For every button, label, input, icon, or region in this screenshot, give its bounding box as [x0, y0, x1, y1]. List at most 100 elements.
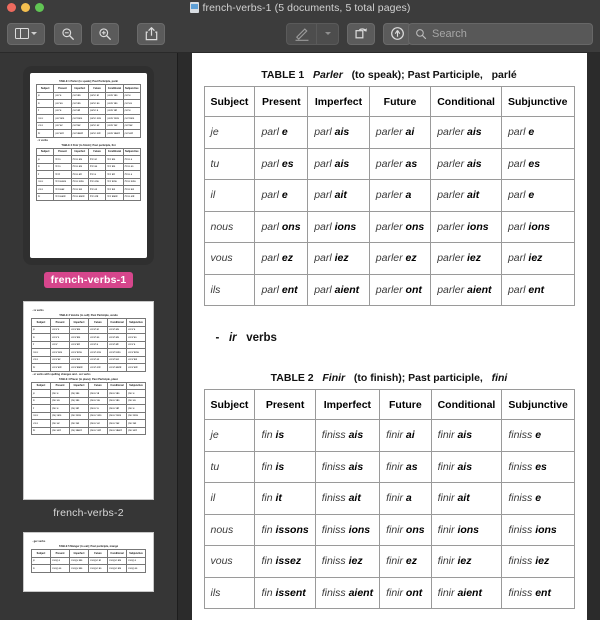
section-heading-ir: - ir verbs — [216, 332, 575, 344]
cell-conditional: finir iez — [430, 545, 503, 578]
zoom-out-button[interactable] — [54, 22, 82, 45]
share-button[interactable] — [137, 22, 165, 45]
thumb-cell: placer ions — [107, 411, 127, 420]
thumb-cell: finir as — [87, 162, 107, 171]
markup-toolbar-combo — [286, 22, 339, 45]
cell-imperfect: parl iez — [307, 242, 370, 275]
thumb-header-cell: Imperfect — [70, 147, 89, 156]
cell-subject: nous — [203, 513, 256, 546]
thumb-cell: plac iez — [126, 419, 146, 428]
cell-present: parl e — [254, 116, 309, 149]
thumb-table-caption: TABLE 1 Parler (to speak); Past Particip… — [59, 80, 118, 83]
thumb-cell: je — [31, 389, 51, 398]
thumb-cell: parl ent — [122, 129, 142, 138]
thumb-cell: parler ons — [87, 114, 107, 123]
traffic-light-group — [0, 3, 44, 12]
table1-caption-verb: Parler — [313, 69, 343, 81]
table-row: je parl e parl ais parler ai parler ais parl … — [203, 116, 575, 149]
thumb-row: je fin is finiss ais finir ai finir ais finis… — [35, 155, 142, 164]
close-window-button[interactable] — [7, 3, 16, 12]
thumb-header-cell: Present — [53, 147, 72, 156]
thumb-cell: vendr ons — [88, 348, 108, 357]
maximize-window-button[interactable] — [35, 3, 44, 12]
thumb-cell: finir aient — [105, 192, 124, 201]
zoom-in-button[interactable] — [91, 22, 119, 45]
redact-button[interactable] — [383, 22, 411, 45]
thumb-table: Subject Present Imperfect Future Conditional… — [31, 318, 146, 372]
thumb-header-cell: Subjunctive — [126, 381, 146, 390]
thumb-cell: parl iez — [70, 121, 89, 130]
thumb-cell: placer ons — [88, 411, 108, 420]
thumb-cell: tu — [35, 99, 55, 108]
cell-imperfect: parl ais — [307, 116, 370, 149]
thumb-cell: finiss ais — [70, 162, 89, 171]
thumb-cell: vend ais — [69, 325, 89, 334]
thumb-cell: parler ais — [105, 91, 124, 100]
thumb-row: il vend vend ait vendr a vendr ait vend e — [31, 340, 146, 349]
thumbnail-item-1[interactable]: TABLE 1 Parler (to speak); Past Particip… — [0, 66, 177, 288]
thumb-row: ils vend ent vend aient vendr ont vendr aien… — [31, 363, 146, 372]
thumb-cell: plac e — [50, 404, 70, 413]
table-row: je fin is finiss ais finir ai finir ais finis… — [203, 419, 575, 452]
thumb-cell: nous — [35, 177, 55, 186]
document-icon — [189, 2, 199, 13]
toolbar-left-group — [0, 22, 165, 45]
cell-conditional: finir ais — [430, 450, 503, 483]
cell-imperfect: finiss ait — [314, 482, 381, 515]
cell-subjunctive: parl ent — [500, 273, 575, 306]
table1-header-imperfect: Imperfect — [307, 86, 370, 117]
thumb-row: vous parl ez parl iez parler ez parler iez pa… — [35, 121, 142, 130]
table-row: ils fin issent finiss aient finir ont finir … — [203, 576, 575, 609]
thumb-table: Subject Present Imperfect Future Conditional… — [31, 549, 146, 573]
page-scroll-area[interactable]: TABLE 1 Parler (to speak); Past Particip… — [178, 53, 600, 620]
rotate-button[interactable] — [347, 22, 375, 45]
markup-button[interactable] — [287, 24, 316, 44]
search-field[interactable]: Search — [408, 22, 593, 45]
thumb-header-cell: Future — [88, 318, 108, 327]
thumb-cell: vendr as — [88, 333, 108, 342]
cell-present: fin issons — [254, 513, 316, 546]
thumb-cell: vend e — [126, 340, 146, 349]
thumb-row: ils fin issent finiss aient finir ont finir … — [35, 192, 142, 201]
window-title: french-verbs-1 (5 documents, 5 total pag… — [202, 1, 411, 14]
thumb-row: nous plaç ons plac ions placer ons placer io… — [31, 411, 146, 420]
table1-header-future: Future — [368, 86, 432, 117]
thumb-cell: finiss e — [122, 170, 142, 179]
thumb-row: vous vend ez vend iez vendr ez vendr iez vend… — [31, 355, 146, 364]
thumb-cell: vend — [50, 340, 70, 349]
thumb-cell: vendr ont — [88, 363, 108, 372]
cell-present: fin issent — [254, 576, 316, 609]
thumbnail-item-3[interactable]: - ger verbs TABLE 5 Manger (to eat); Past… — [0, 532, 177, 592]
thumb-header-cell: Conditional — [105, 84, 124, 93]
table2-caption-rest: (to finish); Past participle, — [353, 372, 483, 384]
thumb-cell: vous — [35, 121, 55, 130]
table2-header-subject: Subject — [203, 389, 256, 420]
thumb-cell: plaç ais — [69, 389, 89, 398]
cell-future: finir as — [379, 450, 432, 483]
cell-future: parler as — [368, 147, 432, 180]
thumb-cell: il — [31, 404, 51, 413]
thumb-cell: placer aient — [107, 426, 127, 435]
table1-header-subjunctive: Subjunctive — [500, 86, 575, 117]
minimize-window-button[interactable] — [21, 3, 30, 12]
thumb-cell: plaç aient — [69, 426, 89, 435]
thumb-cell: manger ai — [88, 556, 108, 565]
markup-dropdown-button[interactable] — [316, 23, 338, 44]
cell-present: fin issez — [254, 545, 316, 578]
thumbnail-item-2[interactable]: - re verbs TABLE 3 Vendre (to sell); Past… — [0, 301, 177, 519]
cell-future: parler a — [368, 179, 432, 212]
thumb-header-cell: Conditional — [107, 318, 127, 327]
thumb-cell: placer ais — [107, 396, 127, 405]
thumb-cell: mange ais — [69, 556, 89, 565]
thumb-cell: finiss es — [122, 162, 142, 171]
thumb-header-cell: Subjunctive — [126, 318, 146, 327]
thumb-cell: manger ais — [107, 564, 127, 573]
thumb-cell: plac ions — [69, 411, 89, 420]
thumb-cell: parler as — [87, 99, 107, 108]
redact-icon — [390, 27, 404, 40]
sidebar-toggle-button[interactable] — [7, 22, 45, 45]
thumb-cell: finiss ions — [70, 177, 89, 186]
cell-conditional: finir ions — [430, 513, 503, 546]
thumbnail-sidebar[interactable]: TABLE 1 Parler (to speak); Past Particip… — [0, 53, 178, 620]
thumb-cell: vend ent — [126, 363, 146, 372]
